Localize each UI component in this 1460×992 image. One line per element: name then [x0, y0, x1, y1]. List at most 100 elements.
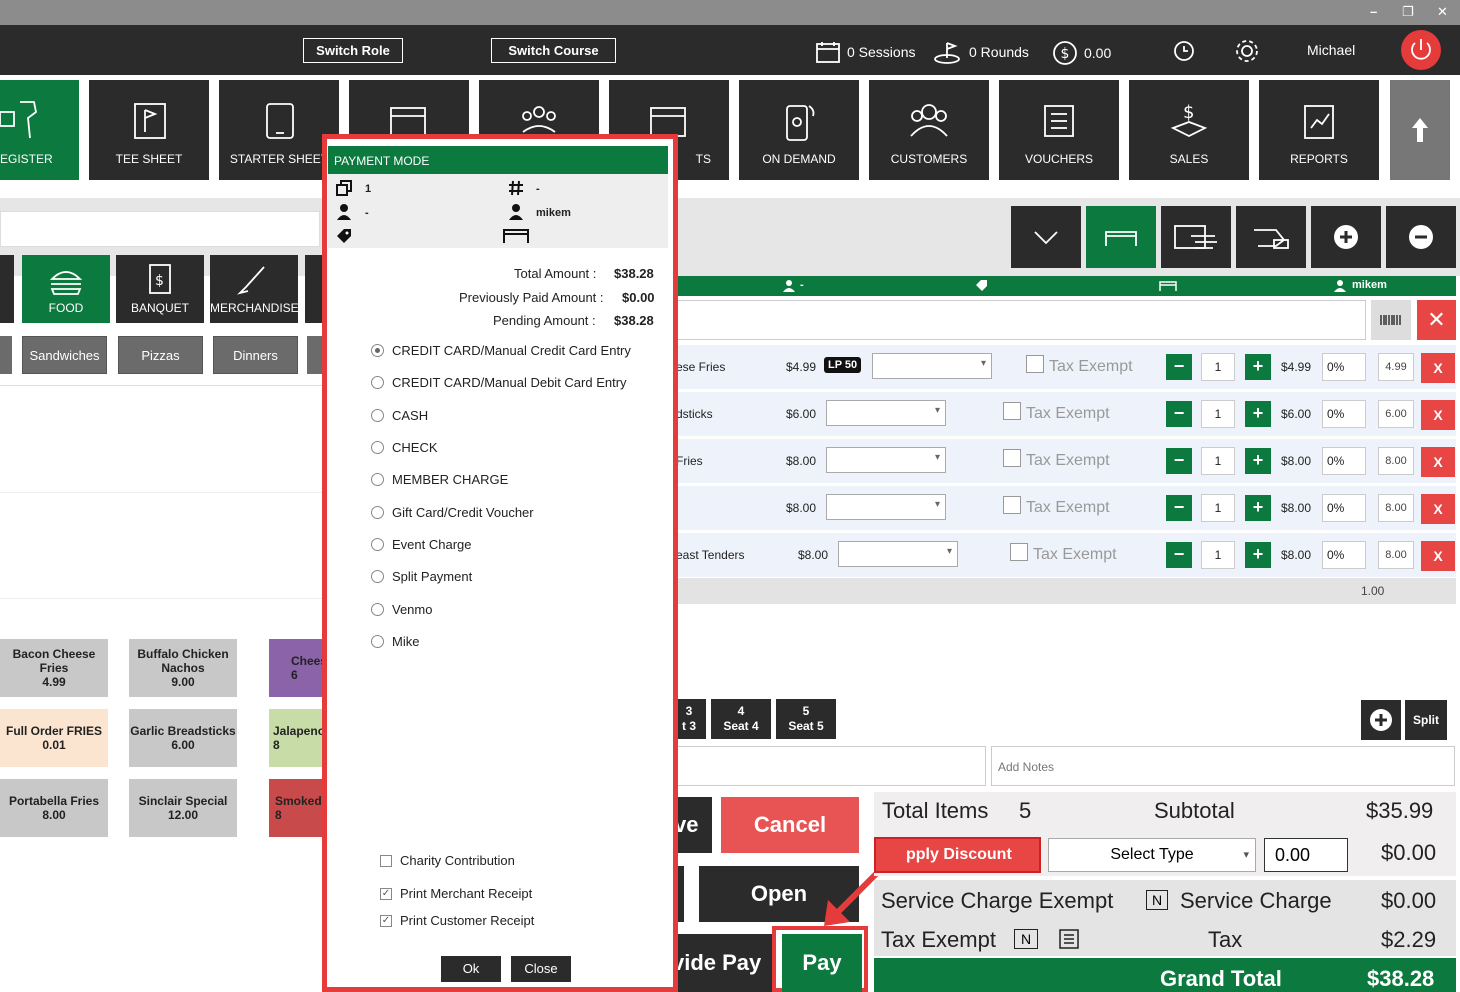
switch-role-button[interactable]: Switch Role	[303, 38, 403, 63]
qty-input[interactable]: 1	[1201, 541, 1235, 569]
divide-pay-button[interactable]: vide Pay	[672, 934, 772, 992]
qty-plus-button[interactable]: +	[1245, 448, 1271, 474]
qty-input[interactable]: 1	[1201, 353, 1235, 381]
qty-plus-button[interactable]: +	[1245, 401, 1271, 427]
order-row[interactable]: dsticks $6.00 Tax Exempt − 1 + $6.00 0% …	[672, 392, 1456, 437]
category-merchandise[interactable]: MERCHANDISE	[210, 255, 299, 323]
delete-item-button[interactable]: X	[1421, 447, 1455, 477]
menu-item[interactable]: Portabella Fries 8.00	[0, 779, 108, 837]
seat-button[interactable]: 5 Seat 5	[776, 699, 836, 739]
subcategory-dinners[interactable]: Dinners	[213, 336, 298, 374]
minimize-icon[interactable]: –	[1370, 4, 1377, 19]
tax-exempt-checkbox[interactable]	[1003, 496, 1021, 514]
subcategory-partial-right[interactable]	[307, 336, 322, 374]
menu-item[interactable]: Full Order FRIES 0.01	[0, 709, 108, 767]
qty-minus-button[interactable]: −	[1166, 448, 1192, 474]
nav-starter-sheet[interactable]: STARTER SHEET	[219, 80, 339, 180]
menu-item[interactable]: Sinclair Special 12.00	[129, 779, 237, 837]
payment-option-gift-card[interactable]: Gift Card/Credit Voucher	[371, 505, 534, 520]
close-window-icon[interactable]: ✕	[1437, 4, 1448, 20]
tax-exempt-checkbox[interactable]	[1010, 543, 1028, 561]
menu-item[interactable]: Chees 6	[269, 639, 327, 697]
print-merchant-receipt-checkbox[interactable]: ✓ Print Merchant Receipt	[380, 886, 532, 901]
instructions-input[interactable]	[672, 746, 986, 786]
touch-button[interactable]	[1161, 206, 1231, 268]
sessions-status[interactable]: 0 Sessions	[815, 40, 915, 64]
delete-item-button[interactable]: X	[1421, 400, 1455, 430]
category-banquet[interactable]: $ BANQUET	[116, 255, 204, 323]
tax-exempt-checkbox[interactable]	[1003, 449, 1021, 467]
qty-plus-button[interactable]: +	[1245, 354, 1271, 380]
switch-course-button[interactable]: Switch Course	[491, 38, 616, 63]
modifier-select[interactable]	[838, 541, 958, 567]
apply-discount-button[interactable]: pply Discount	[874, 837, 1041, 873]
menu-item[interactable]: Buffalo Chicken Nachos 9.00	[129, 639, 237, 697]
document-icon[interactable]	[1056, 928, 1082, 950]
qty-minus-button[interactable]: −	[1166, 354, 1192, 380]
barcode-input[interactable]	[672, 300, 1366, 340]
menu-item[interactable]: Garlic Breadsticks 6.00	[129, 709, 237, 767]
gear-icon[interactable]	[1233, 37, 1261, 65]
tax-exempt-checkbox[interactable]	[1003, 402, 1021, 420]
scroll-up-button[interactable]	[1390, 80, 1450, 180]
cancel-button[interactable]: Cancel	[721, 797, 859, 853]
category-partial[interactable]	[0, 255, 14, 323]
nav-tee-sheet[interactable]: TEE SHEET	[89, 80, 209, 180]
subcategory-pizzas[interactable]: Pizzas	[118, 336, 203, 374]
menu-item[interactable]: Smoked 8	[269, 779, 322, 837]
payment-option-debit-card[interactable]: CREDIT CARD/Manual Debit Card Entry	[371, 375, 627, 390]
qty-input[interactable]: 1	[1201, 400, 1235, 428]
delete-item-button[interactable]: X	[1421, 541, 1455, 571]
qty-plus-button[interactable]: +	[1245, 542, 1271, 568]
table-view-button[interactable]	[1086, 206, 1156, 268]
notes-input[interactable]: Add Notes	[991, 746, 1455, 786]
payment-option-credit-card[interactable]: CREDIT CARD/Manual Credit Card Entry	[371, 343, 631, 358]
add-button[interactable]	[1311, 206, 1381, 268]
discount-select[interactable]: 0%	[1322, 447, 1366, 475]
subcategory-sandwiches[interactable]: Sandwiches	[22, 336, 107, 374]
payment-hand-button[interactable]	[1236, 206, 1306, 268]
payment-option-cash[interactable]: CASH	[371, 408, 428, 423]
order-row[interactable]: ese Fries $4.99 LP 50 Tax Exempt − 1 + $…	[672, 345, 1456, 390]
power-button[interactable]	[1401, 30, 1441, 70]
nav-on-demand[interactable]: ON DEMAND	[739, 80, 859, 180]
category-partial-right[interactable]	[305, 255, 322, 323]
service-exempt-toggle[interactable]: N	[1146, 890, 1168, 910]
discount-select[interactable]: 0%	[1322, 541, 1366, 569]
discount-value-input[interactable]: 0.00	[1264, 838, 1348, 872]
clear-button[interactable]: ✕	[1417, 300, 1456, 340]
pay-button[interactable]: Pay	[782, 934, 862, 992]
balance-status[interactable]: $ 0.00	[1052, 40, 1111, 66]
discount-select[interactable]: 0%	[1322, 400, 1366, 428]
rounds-status[interactable]: 0 Rounds	[933, 40, 1029, 64]
nav-vouchers[interactable]: VOUCHERS	[999, 80, 1119, 180]
search-input[interactable]	[0, 211, 320, 247]
qty-input[interactable]: 1	[1201, 447, 1235, 475]
restore-icon[interactable]: ❐	[1402, 4, 1414, 20]
qty-minus-button[interactable]: −	[1166, 542, 1192, 568]
nav-sales[interactable]: $ SALES	[1129, 80, 1249, 180]
amount-input[interactable]: 8.00	[1378, 494, 1414, 522]
modifier-select[interactable]	[826, 494, 946, 520]
menu-item[interactable]: Bacon Cheese Fries 4.99	[0, 639, 108, 697]
amount-input[interactable]: 8.00	[1378, 447, 1414, 475]
save-button[interactable]: ve	[672, 797, 712, 853]
nav-reports[interactable]: REPORTS	[1259, 80, 1379, 180]
add-seat-button[interactable]	[1361, 700, 1401, 740]
split-button[interactable]: Split	[1405, 700, 1447, 740]
nav-register[interactable]: EGISTER	[0, 80, 79, 180]
category-food[interactable]: FOOD	[22, 255, 110, 323]
ok-button[interactable]: Ok	[441, 956, 501, 982]
seat-button[interactable]: 4 Seat 4	[711, 699, 771, 739]
barcode-button[interactable]	[1371, 300, 1411, 340]
modifier-select[interactable]	[826, 400, 946, 426]
order-row[interactable]: Fries $8.00 Tax Exempt − 1 + $8.00 0% 8.…	[672, 439, 1456, 484]
tax-exempt-toggle[interactable]: N	[1014, 929, 1038, 949]
print-customer-receipt-checkbox[interactable]: ✓ Print Customer Receipt	[380, 913, 534, 928]
order-row[interactable]: east Tenders $8.00 Tax Exempt − 1 + $8.0…	[672, 533, 1456, 578]
charity-contribution-checkbox[interactable]: Charity Contribution	[380, 853, 515, 868]
close-button[interactable]: Close	[511, 956, 571, 982]
qty-plus-button[interactable]: +	[1245, 495, 1271, 521]
clock-icon[interactable]	[1172, 39, 1196, 63]
tax-exempt-checkbox[interactable]	[1026, 355, 1044, 373]
